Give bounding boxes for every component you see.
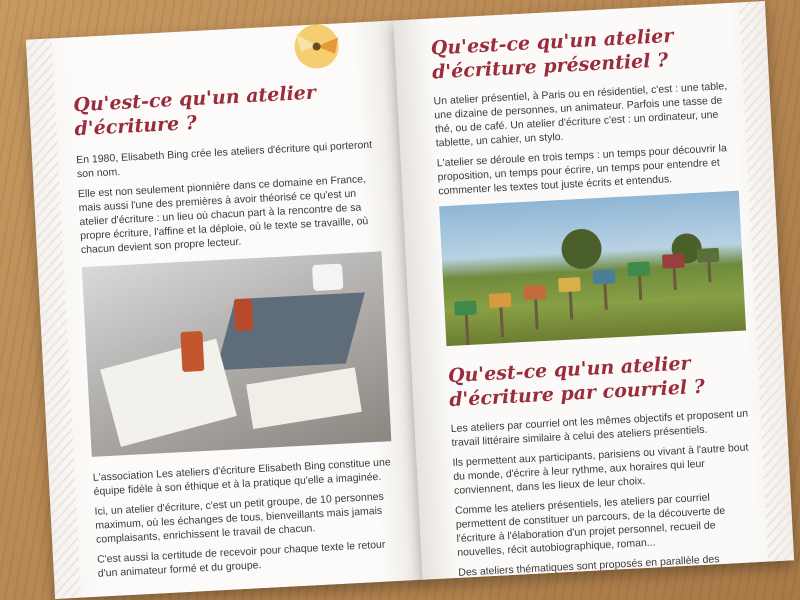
mailbox-shape xyxy=(488,292,512,308)
mailbox-shape xyxy=(627,261,651,277)
tea-glass-shape xyxy=(233,298,254,332)
mailbox-post xyxy=(499,307,505,338)
right-page: Qu'est-ce qu'un atelier d'écriture prése… xyxy=(393,1,795,580)
mailbox-post xyxy=(707,262,712,283)
paragraph: L'atelier se déroule en trois temps : un… xyxy=(436,142,728,198)
mailbox-shape xyxy=(523,284,547,301)
mailbox-post xyxy=(672,268,677,291)
mailboxes-photo xyxy=(439,190,747,347)
mailbox-post xyxy=(603,283,608,310)
mailbox-post xyxy=(638,275,643,300)
mailbox-shape xyxy=(454,300,477,316)
left-page: Qu'est-ce qu'un atelier d'écriture ? En … xyxy=(25,20,427,599)
paragraph: Comme les ateliers présentiels, les atel… xyxy=(454,491,726,559)
cup-shape xyxy=(312,263,344,292)
workshop-desk-photo xyxy=(81,251,392,457)
notebook-shape xyxy=(100,338,237,447)
right-page-content: Qu'est-ce qu'un atelier d'écriture prése… xyxy=(430,21,759,580)
paper-shape xyxy=(246,367,362,430)
tree-shape xyxy=(560,227,603,270)
paragraph: Ils permettent aux participants, parisie… xyxy=(452,441,749,497)
open-booklet: Qu'est-ce qu'un atelier d'écriture ? En … xyxy=(25,1,795,599)
mailbox-shape xyxy=(696,247,720,263)
mailbox-shape xyxy=(661,253,685,269)
mailbox-post xyxy=(464,314,470,346)
mailbox-shape xyxy=(592,269,616,285)
mailbox-post xyxy=(534,299,539,330)
mailbox-post xyxy=(568,291,574,320)
tea-glass-shape xyxy=(180,330,205,373)
paragraph: Ici, un atelier d'écriture, c'est un pet… xyxy=(94,490,385,546)
left-page-content: Qu'est-ce qu'un atelier d'écriture ? En … xyxy=(73,78,398,587)
mailbox-shape xyxy=(558,277,581,293)
paragraph: Elle est non seulement pionnière dans ce… xyxy=(77,173,369,257)
pencil-shavings-icon xyxy=(294,24,339,69)
